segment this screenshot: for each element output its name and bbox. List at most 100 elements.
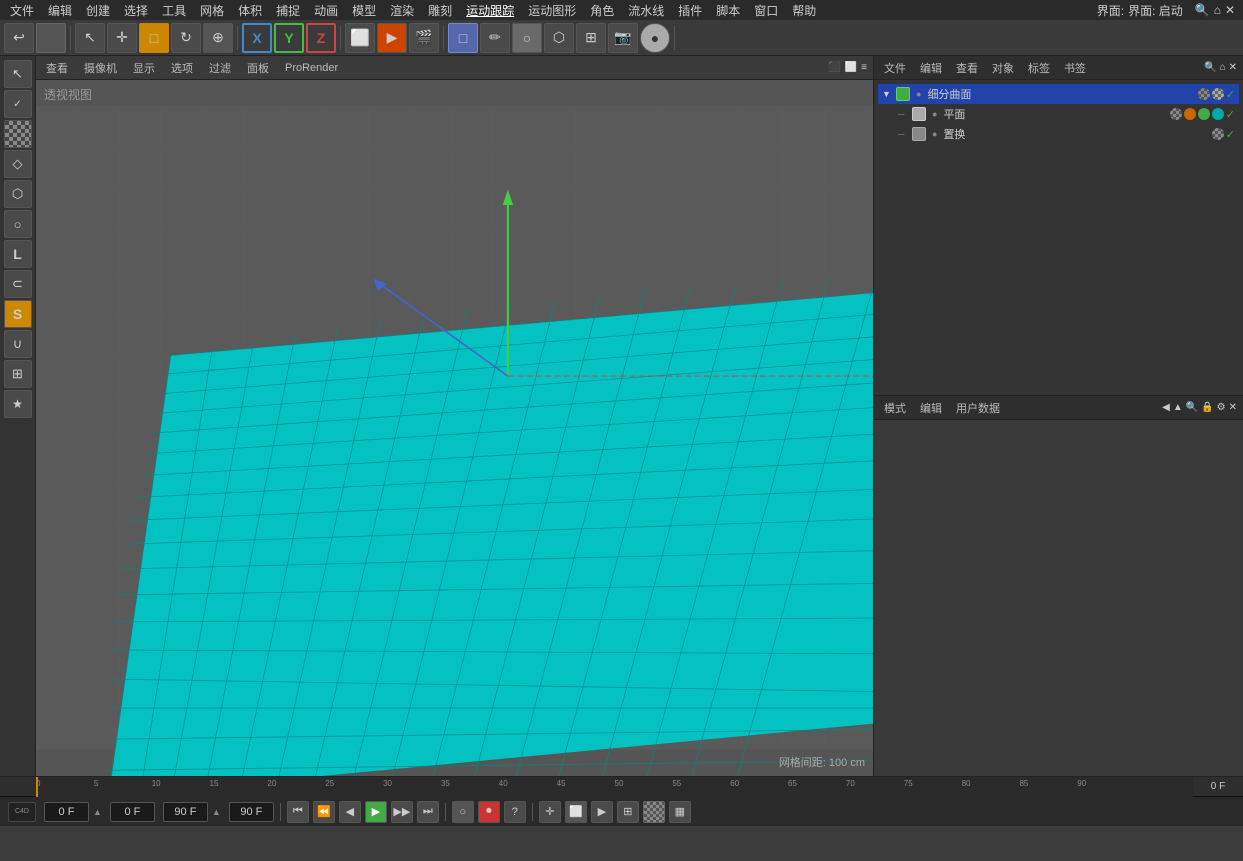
goto-start-btn[interactable]: ⏮ bbox=[287, 801, 309, 823]
light-obj-btn[interactable]: ● bbox=[640, 23, 670, 53]
rp-view-btn[interactable]: 查看 bbox=[952, 58, 982, 78]
top-home-icon[interactable]: ⌂ bbox=[1214, 3, 1221, 17]
sidebar-star-btn[interactable]: ★ bbox=[4, 390, 32, 418]
menu-sculpt[interactable]: 雕刻 bbox=[422, 0, 458, 21]
render-to-pic-btn[interactable]: 🎬 bbox=[409, 23, 439, 53]
rp-bookmark-btn[interactable]: 书签 bbox=[1060, 58, 1090, 78]
vp-display-btn[interactable]: 显示 bbox=[129, 58, 159, 78]
rp-bottom-lock-icon[interactable]: 🔒 bbox=[1201, 402, 1213, 413]
rp-edit-btn[interactable]: 编辑 bbox=[916, 58, 946, 78]
tree-item-displace[interactable]: ─ ● 置换 ✓ bbox=[878, 124, 1239, 144]
rp-bottom-next-icon[interactable]: ▲ bbox=[1173, 402, 1183, 413]
vp-icon-2[interactable]: ⬜ bbox=[845, 62, 857, 73]
sidebar-grid-btn[interactable] bbox=[4, 120, 32, 148]
menu-tools[interactable]: 工具 bbox=[156, 0, 192, 21]
menu-select[interactable]: 选择 bbox=[118, 0, 154, 21]
light-btn[interactable]: ○ bbox=[512, 23, 542, 53]
sidebar-check-btn[interactable]: ✓ bbox=[4, 90, 32, 118]
menu-render[interactable]: 渲染 bbox=[384, 0, 420, 21]
sidebar-l-btn[interactable]: L bbox=[4, 240, 32, 268]
menu-window[interactable]: 窗口 bbox=[748, 0, 784, 21]
menu-script[interactable]: 脚本 bbox=[710, 0, 746, 21]
tree-item-plane[interactable]: ─ ● 平面 ✓ bbox=[878, 104, 1239, 124]
vp-prorender-btn[interactable]: ProRender bbox=[281, 60, 342, 76]
layout-icon-btn[interactable]: ▦ bbox=[669, 801, 691, 823]
prev-btn[interactable]: ◀ bbox=[339, 801, 361, 823]
vp-panel-btn[interactable]: 面板 bbox=[243, 58, 273, 78]
vp-filter-btn[interactable]: 过滤 bbox=[205, 58, 235, 78]
rp-bottom-search-icon[interactable]: 🔍 bbox=[1186, 402, 1198, 413]
sidebar-s-btn[interactable]: S bbox=[4, 300, 32, 328]
display-mode-btn[interactable]: □ bbox=[448, 23, 478, 53]
play-btn[interactable]: ▶ bbox=[365, 801, 387, 823]
rotate-btn[interactable]: ↻ bbox=[171, 23, 201, 53]
render-icon-btn[interactable]: ⊞ bbox=[617, 801, 639, 823]
goto-end-btn[interactable]: ⏭ bbox=[417, 801, 439, 823]
cube-btn[interactable]: □ bbox=[139, 23, 169, 53]
menu-volume[interactable]: 体积 bbox=[232, 0, 268, 21]
grid-icon-btn[interactable] bbox=[643, 801, 665, 823]
frame-preview-start-input[interactable] bbox=[110, 802, 155, 822]
rp-object-btn[interactable]: 对象 bbox=[988, 58, 1018, 78]
tree-visibility-2[interactable]: ● bbox=[932, 109, 937, 119]
rp-search-icon[interactable]: 🔍 bbox=[1204, 62, 1216, 73]
rp-edit2-btn[interactable]: 编辑 bbox=[916, 398, 946, 418]
redo-placeholder[interactable] bbox=[36, 23, 66, 53]
frame-end-input[interactable] bbox=[163, 802, 208, 822]
frame-end-stepper[interactable]: ▲ bbox=[212, 807, 221, 817]
menu-motion-tracking[interactable]: 运动跟踪 bbox=[460, 0, 520, 21]
move-tool-btn[interactable]: ↖ bbox=[75, 23, 105, 53]
tree-visibility-3[interactable]: ● bbox=[932, 129, 937, 139]
sidebar-diamond-btn[interactable]: ◇ bbox=[4, 150, 32, 178]
render-btn[interactable]: ▶ bbox=[377, 23, 407, 53]
playback-icon-btn[interactable]: ▶ bbox=[591, 801, 613, 823]
z-axis-btn[interactable]: Z bbox=[306, 23, 336, 53]
tree-visibility-1[interactable]: ● bbox=[916, 89, 921, 99]
sidebar-move-btn[interactable]: ↖ bbox=[4, 60, 32, 88]
menu-plugin[interactable]: 插件 bbox=[672, 0, 708, 21]
x-axis-btn[interactable]: X bbox=[242, 23, 272, 53]
vp-options-btn[interactable]: 选项 bbox=[167, 58, 197, 78]
vp-icon-3[interactable]: ≡ bbox=[861, 62, 867, 73]
material-btn[interactable]: ✏ bbox=[480, 23, 510, 53]
camera-obj-btn[interactable]: 📷 bbox=[608, 23, 638, 53]
vp-camera-btn[interactable]: 摄像机 bbox=[80, 58, 121, 78]
vp-view-btn[interactable]: 查看 bbox=[42, 58, 72, 78]
auto-key-btn[interactable]: ⏺ bbox=[478, 801, 500, 823]
add-tool-btn[interactable]: ✛ bbox=[107, 23, 137, 53]
top-search-icon[interactable]: 🔍 bbox=[1195, 3, 1210, 17]
menu-animate[interactable]: 动画 bbox=[308, 0, 344, 21]
viewport[interactable]: Y X 透视视图 网格间距: 100 cm bbox=[36, 80, 873, 776]
prev-frame-btn[interactable]: ⏪ bbox=[313, 801, 335, 823]
sidebar-cube-btn[interactable]: ⬡ bbox=[4, 180, 32, 208]
rp-file-btn[interactable]: 文件 bbox=[880, 58, 910, 78]
sidebar-magnet-btn[interactable]: ⊂ bbox=[4, 270, 32, 298]
rp-mode-btn[interactable]: 模式 bbox=[880, 398, 910, 418]
rp-bottom-prev-icon[interactable]: ◀ bbox=[1162, 402, 1170, 413]
rp-bottom-settings-icon[interactable]: ⚙ bbox=[1217, 402, 1226, 413]
texture-btn[interactable]: ⬡ bbox=[544, 23, 574, 53]
rp-home-icon[interactable]: ⌂ bbox=[1220, 62, 1226, 73]
cursor-btn[interactable]: ⊕ bbox=[203, 23, 233, 53]
viewport-mode-btn[interactable]: ⊞ bbox=[576, 23, 606, 53]
menu-model[interactable]: 模型 bbox=[346, 0, 382, 21]
vp-icon-1[interactable]: ⬛ bbox=[828, 62, 840, 73]
frame-preview-end-input[interactable] bbox=[229, 802, 274, 822]
menu-snap[interactable]: 捕捉 bbox=[270, 0, 306, 21]
render-region-btn[interactable]: ⬜ bbox=[345, 23, 375, 53]
sidebar-hook-btn[interactable]: ∪ bbox=[4, 330, 32, 358]
key-record-btn[interactable]: ○ bbox=[452, 801, 474, 823]
frame-start-stepper-up[interactable]: ▲ bbox=[93, 807, 102, 817]
rp-close-icon[interactable]: ✕ bbox=[1229, 62, 1237, 73]
menu-help[interactable]: 帮助 bbox=[786, 0, 822, 21]
sidebar-grid2-btn[interactable]: ⊞ bbox=[4, 360, 32, 388]
menu-create[interactable]: 创建 bbox=[80, 0, 116, 21]
frame-start-input[interactable] bbox=[44, 802, 89, 822]
menu-motion-graph[interactable]: 运动图形 bbox=[522, 0, 582, 21]
top-close-icon[interactable]: ✕ bbox=[1225, 3, 1235, 17]
rp-tag-btn[interactable]: 标签 bbox=[1024, 58, 1054, 78]
timeline-ruler[interactable]: 0 5 10 15 20 25 30 35 40 45 50 55 60 65 … bbox=[36, 777, 1193, 797]
move-icon-btn[interactable]: ✛ bbox=[539, 801, 561, 823]
menu-character[interactable]: 角色 bbox=[584, 0, 620, 21]
y-axis-btn[interactable]: Y bbox=[274, 23, 304, 53]
